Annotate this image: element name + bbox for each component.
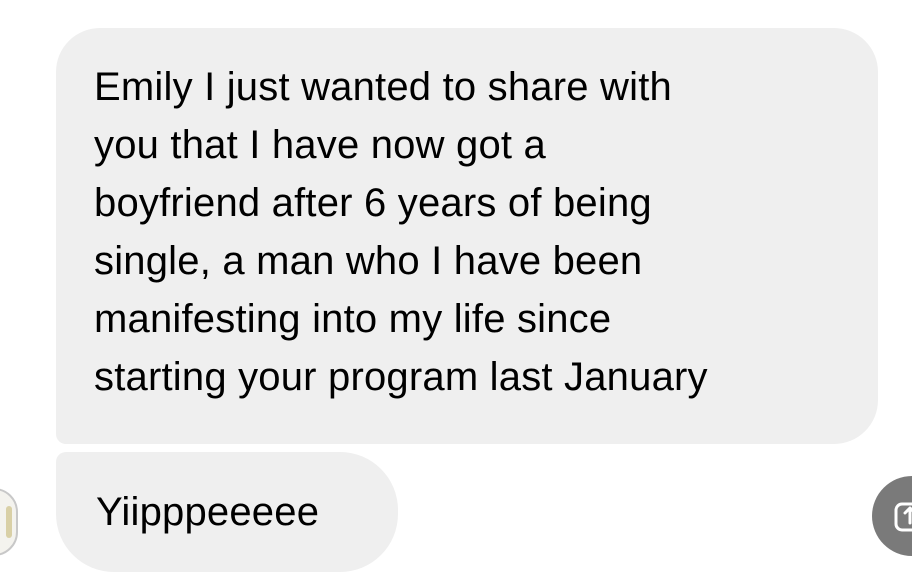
share-icon bbox=[894, 502, 912, 532]
message-line: Emily I just wanted to share with bbox=[94, 65, 672, 109]
share-button[interactable] bbox=[872, 476, 912, 556]
avatar[interactable] bbox=[0, 488, 18, 556]
message-text: Yiipppeeeee bbox=[96, 490, 320, 534]
message-line: boyfriend after 6 years of being bbox=[94, 181, 652, 225]
message-line: starting your program last January bbox=[94, 355, 708, 399]
message-line: single, a man who I have been bbox=[94, 239, 643, 283]
message-bubble[interactable]: Emily I just wanted to share with you th… bbox=[56, 28, 878, 444]
message-thread: Emily I just wanted to share with you th… bbox=[0, 0, 912, 580]
message-line: manifesting into my life since bbox=[94, 297, 612, 341]
message-bubble[interactable]: Yiipppeeeee bbox=[56, 452, 398, 572]
message-line: you that I have now got a bbox=[94, 123, 546, 167]
